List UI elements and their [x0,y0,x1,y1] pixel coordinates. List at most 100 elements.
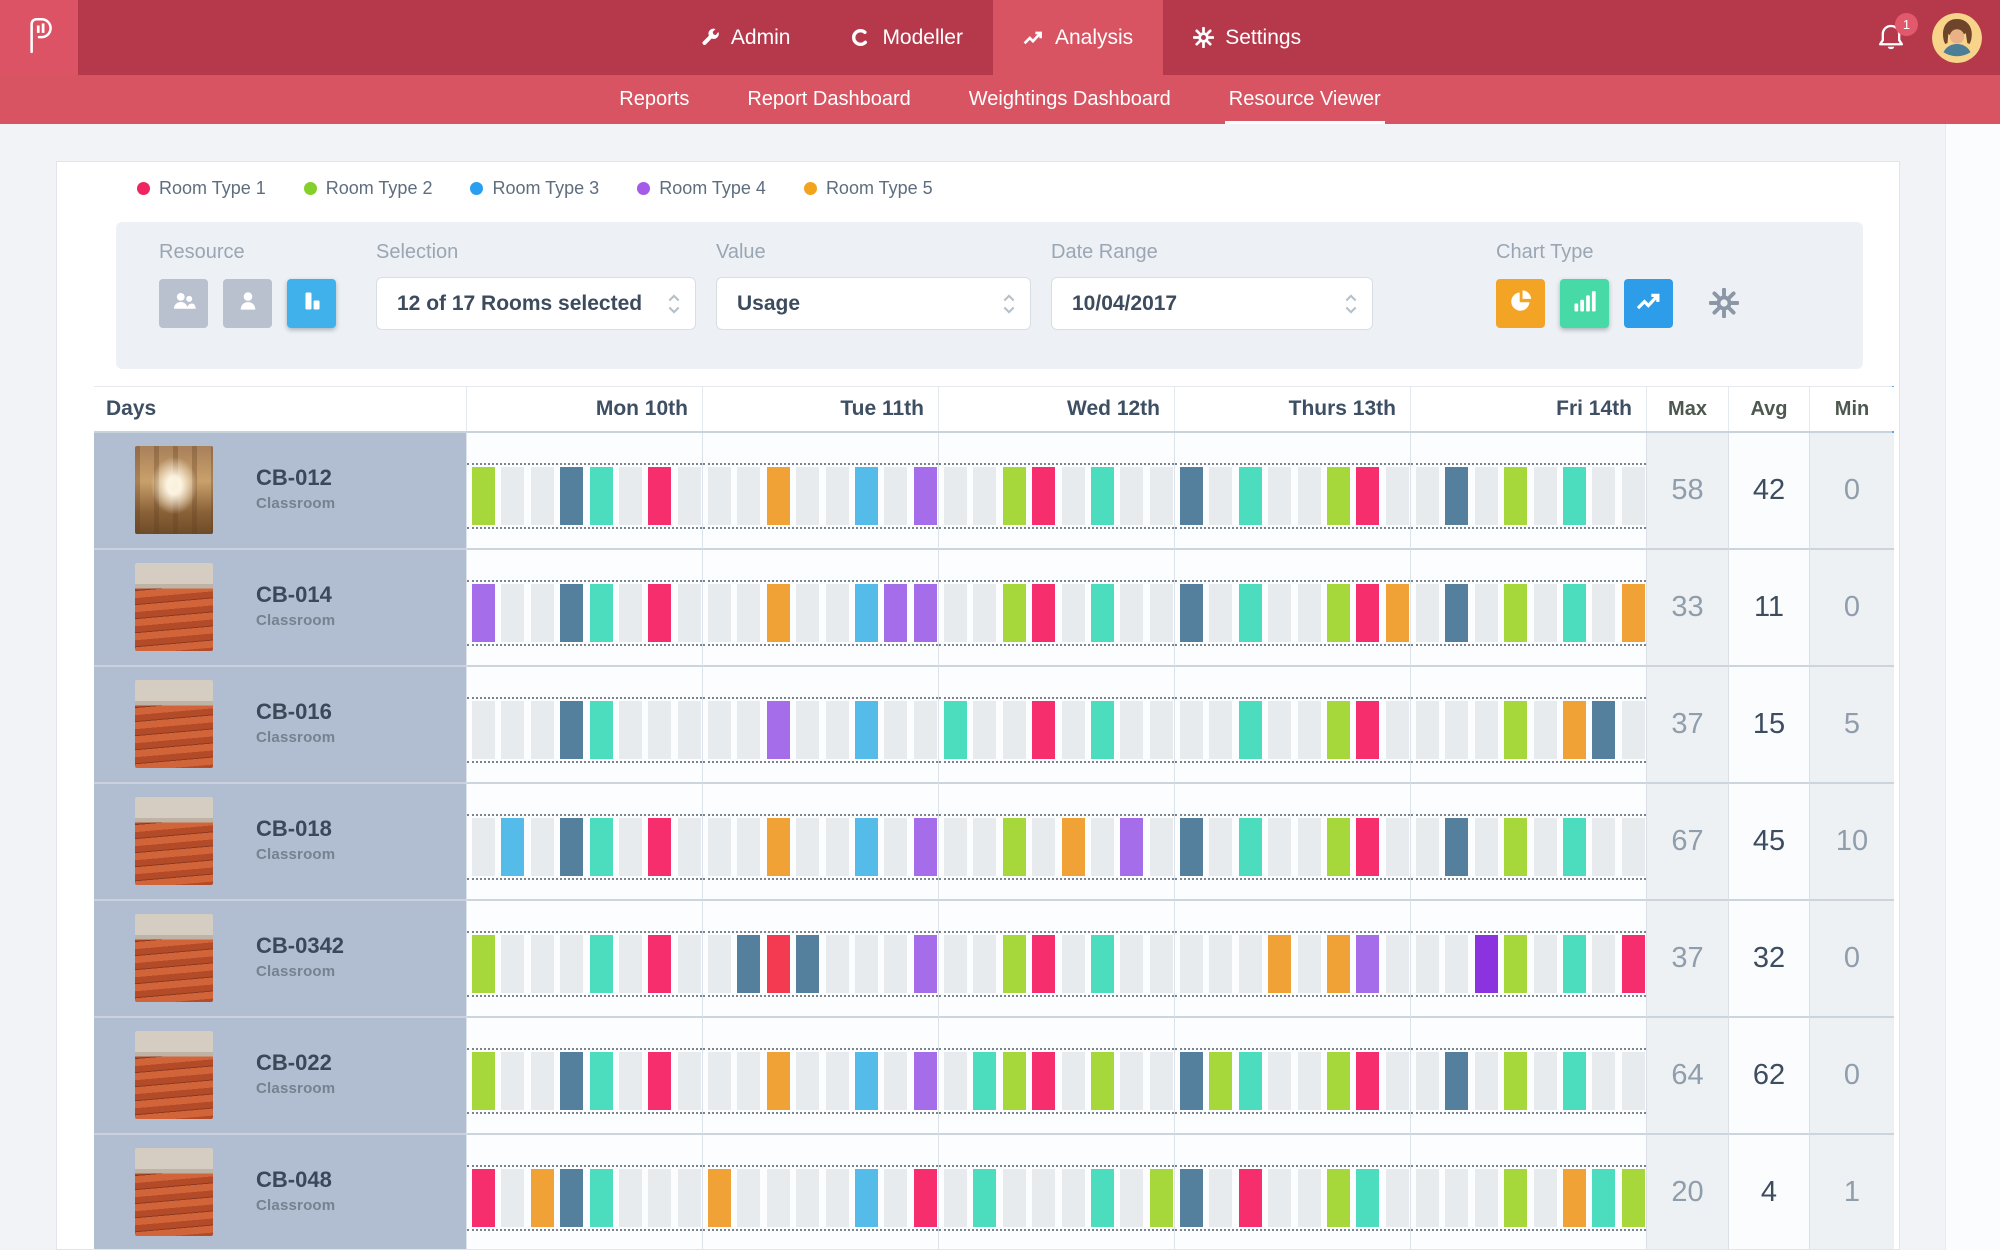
resource-buttons [159,279,336,328]
usage-bar-green [1003,467,1026,525]
avg-value: 11 [1728,550,1809,667]
usage-bar-gray [737,584,760,642]
usage-bar-lightblue [855,701,878,759]
legend-label: Room Type 5 [826,178,933,199]
room-type: Classroom [256,963,335,980]
subnav-item-report-dashboard[interactable]: Report Dashboard [743,75,914,124]
chart-settings-gear-icon[interactable] [1709,288,1739,318]
usage-bar-gray [1209,935,1232,993]
usage-bar-gray [1445,935,1468,993]
resource-btn-person-icon[interactable] [223,279,272,328]
room-label-cell[interactable]: CB-0342 Classroom [94,901,466,1018]
subnav-item-label: Weightings Dashboard [969,88,1171,111]
usage-bar-gray [884,1052,907,1110]
right-gutter [1945,124,2000,1250]
usage-bar-purple [472,584,495,642]
legend-dot [470,182,483,195]
usage-bar-teal [973,1169,996,1227]
usage-bar-gray [531,467,554,525]
usage-bar-gray [1416,467,1439,525]
selection-dropdown[interactable]: 12 of 17 Rooms selected [376,277,696,330]
chart-type-btn-bar-chart-icon[interactable] [1560,279,1609,328]
usage-bar-slate [560,701,583,759]
nav-item-admin[interactable]: Admin [669,0,821,75]
usage-bar-gray [737,467,760,525]
room-label-cell[interactable]: CB-012 Classroom [94,433,466,550]
day-cell-1 [702,433,938,550]
usage-bar-gray [826,467,849,525]
nav-menu: Admin Modeller Analysis Settings [0,0,2000,75]
usage-bar-slate [1180,1169,1203,1227]
usage-bar-gray [678,818,701,876]
subnav-item-reports[interactable]: Reports [615,75,693,124]
usage-bar-gray [708,701,731,759]
room-label-cell[interactable]: CB-016 Classroom [94,667,466,784]
usage-bar-teal [1091,467,1114,525]
usage-bar-gray [737,1169,760,1227]
resource-btn-people-group-icon[interactable] [159,279,208,328]
usage-bar-gray [1534,1169,1557,1227]
user-avatar[interactable] [1932,13,1982,63]
usage-bars [1411,814,1646,880]
blocks-icon [299,288,325,319]
chevron-updown-icon [667,291,681,317]
room-label-cell[interactable]: CB-014 Classroom [94,550,466,667]
max-value: 58 [1646,433,1728,550]
usage-bars [1175,463,1410,529]
legend-item-room-type-3[interactable]: Room Type 3 [470,178,599,199]
usage-bar-gray [1298,818,1321,876]
nav-item-settings[interactable]: Settings [1163,0,1331,75]
room-type: Classroom [256,846,335,863]
room-label-cell[interactable]: CB-022 Classroom [94,1018,466,1135]
usage-bar-gray [1592,467,1615,525]
legend-label: Room Type 2 [326,178,433,199]
chart-type-btn-pie-chart-icon[interactable] [1496,279,1545,328]
usage-bar-gray [1150,935,1173,993]
usage-bars [703,814,938,880]
usage-bar-gray [1150,584,1173,642]
value-dropdown[interactable]: Usage [716,277,1031,330]
chart-type-btn-line-chart-icon[interactable] [1624,279,1673,328]
usage-bar-gray [1445,701,1468,759]
usage-bar-gray [1298,1052,1321,1110]
usage-bar-gray [678,1052,701,1110]
usage-bar-gray [472,701,495,759]
table-row-cb-014: CB-014 Classroom 33110 [94,550,1892,667]
usage-bar-green [1504,818,1527,876]
resource-viewer-card: Room Type 1 Room Type 2 Room Type 3 Room… [56,161,1900,1250]
legend-item-room-type-1[interactable]: Room Type 1 [137,178,266,199]
notifications-bell-icon[interactable]: 1 [1876,22,1906,54]
day-cell-3 [1174,667,1410,784]
usage-bar-green [1327,1052,1350,1110]
usage-bar-teal [1239,584,1262,642]
subnav-item-resource-viewer[interactable]: Resource Viewer [1225,75,1385,124]
subnav-item-weightings-dashboard[interactable]: Weightings Dashboard [965,75,1175,124]
day-cell-3 [1174,433,1410,550]
gear-icon [1193,27,1214,48]
nav-item-label: Analysis [1055,26,1133,50]
usage-bar-gray [796,818,819,876]
legend-item-room-type-4[interactable]: Room Type 4 [637,178,766,199]
value-label: Value [716,241,766,264]
day-cell-2 [938,784,1174,901]
usage-bars [467,697,702,763]
room-label-cell[interactable]: CB-048 Classroom [94,1135,466,1250]
usage-bar-teal [590,1169,613,1227]
usage-bar-gray [501,701,524,759]
nav-item-analysis[interactable]: Analysis [993,0,1163,75]
usage-bar-green [1504,701,1527,759]
usage-bar-gray [826,1169,849,1227]
day-cell-1 [702,1018,938,1135]
nav-item-modeller[interactable]: Modeller [820,0,993,75]
usage-bar-gray [1534,818,1557,876]
room-type: Classroom [256,729,335,746]
usage-bar-gray [944,818,967,876]
day-cell-3 [1174,550,1410,667]
usage-bar-gray [1120,1052,1143,1110]
legend-item-room-type-5[interactable]: Room Type 5 [804,178,933,199]
date-range-dropdown[interactable]: 10/04/2017 [1051,277,1373,330]
resource-btn-blocks-icon[interactable] [287,279,336,328]
legend-item-room-type-2[interactable]: Room Type 2 [304,178,433,199]
usage-bar-orange [1062,818,1085,876]
room-label-cell[interactable]: CB-018 Classroom [94,784,466,901]
